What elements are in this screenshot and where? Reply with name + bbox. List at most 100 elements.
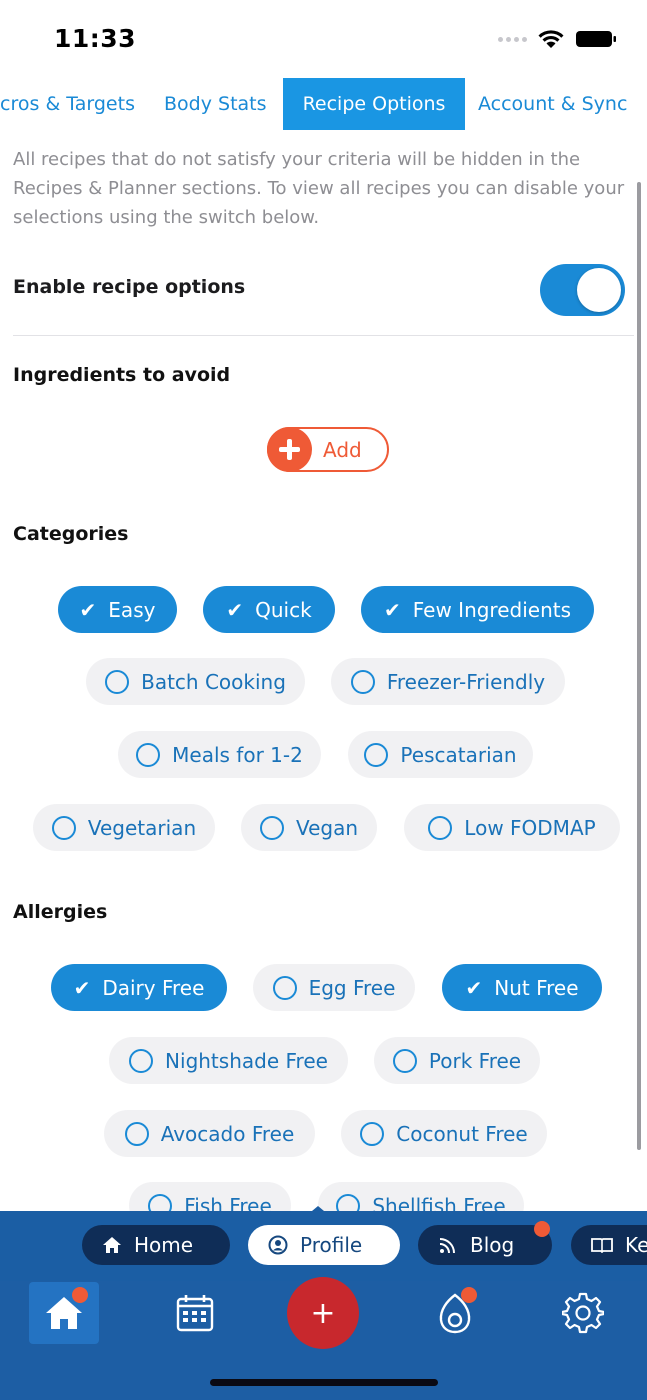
rss-icon — [439, 1238, 455, 1254]
chip-label: Quick — [255, 597, 312, 622]
ingredients-title: Ingredients to avoid — [13, 364, 231, 386]
category-chip-vegan[interactable]: Vegan — [241, 804, 377, 851]
nav-settings[interactable] — [548, 1282, 618, 1344]
checkmark-icon: ✔ — [465, 975, 483, 1000]
radio-icon — [124, 1121, 149, 1146]
home-badge — [72, 1287, 88, 1303]
category-chip-batch-cooking[interactable]: Batch Cooking — [86, 658, 305, 705]
chip-label: Pork Free — [428, 1048, 522, 1073]
pill-home[interactable]: Home — [82, 1225, 230, 1265]
enable-recipe-options-toggle[interactable] — [540, 264, 625, 316]
allergy-chip-egg-free[interactable]: Egg Free — [253, 964, 415, 1011]
category-chip-freezer-friendly[interactable]: Freezer-Friendly — [331, 658, 565, 705]
nav-home[interactable] — [29, 1282, 99, 1344]
tab-account-sync[interactable]: Account & Sync — [464, 78, 641, 130]
radio-icon — [259, 815, 284, 840]
checkmark-icon: ✔ — [226, 597, 244, 622]
chip-label: Avocado Free — [160, 1121, 295, 1146]
chip-label: Nut Free — [494, 975, 579, 1000]
radio-icon — [364, 742, 389, 767]
chip-label: Low FODMAP — [464, 815, 596, 840]
radio-icon — [350, 669, 375, 694]
section-pill-bar: Home Profile Blog Ke — [0, 1211, 647, 1281]
chip-label: Easy — [108, 597, 156, 622]
chip-label: Coconut Free — [396, 1121, 528, 1146]
blog-badge — [534, 1221, 550, 1237]
tab-recipe-options[interactable]: Recipe Options — [283, 78, 465, 130]
person-icon — [268, 1235, 288, 1255]
category-chip-pescatarian[interactable]: Pescatarian — [348, 731, 533, 778]
avocado-badge — [461, 1287, 477, 1303]
pill-home-label: Home — [134, 1233, 194, 1257]
radio-icon — [136, 742, 161, 767]
radio-icon — [428, 815, 453, 840]
allergy-chip-coconut-free[interactable]: Coconut Free — [341, 1110, 547, 1157]
radio-icon — [51, 815, 76, 840]
chip-label: Egg Free — [308, 975, 396, 1000]
settings-tab-bar: Macros & Targets Body Stats Recipe Optio… — [0, 78, 647, 130]
battery-icon — [576, 31, 616, 47]
wifi-icon — [538, 30, 564, 48]
allergy-chip-avocado-free[interactable]: Avocado Free — [104, 1110, 315, 1157]
pill-blog[interactable]: Blog — [418, 1225, 552, 1265]
status-bar: 11:33 — [0, 0, 647, 78]
allergy-chip-pork-free[interactable]: Pork Free — [374, 1037, 540, 1084]
divider — [13, 335, 634, 336]
checkmark-icon: ✔ — [383, 597, 401, 622]
allergies-title: Allergies — [13, 901, 108, 923]
category-chip-easy[interactable]: ✔ Easy — [58, 586, 177, 633]
chip-label: Vegetarian — [87, 815, 197, 840]
pill-keto-label: Ke — [625, 1233, 647, 1257]
plus-icon — [267, 427, 312, 472]
status-time: 11:33 — [54, 24, 137, 53]
checkmark-icon: ✔ — [79, 597, 97, 622]
allergy-chip-nut-free[interactable]: ✔ Nut Free — [442, 964, 602, 1011]
pill-keto[interactable]: Ke — [571, 1225, 647, 1265]
category-chip-vegetarian[interactable]: Vegetarian — [33, 804, 215, 851]
radio-icon — [129, 1048, 154, 1073]
status-icons — [498, 28, 617, 50]
chip-label: Batch Cooking — [141, 669, 286, 694]
chip-label: Dairy Free — [102, 975, 205, 1000]
chip-label: Freezer-Friendly — [386, 669, 546, 694]
radio-icon — [272, 975, 297, 1000]
signal-icon — [498, 36, 527, 42]
radio-icon — [392, 1048, 417, 1073]
tab-body-stats[interactable]: Body Stats — [150, 78, 281, 130]
chip-label: Pescatarian — [400, 742, 517, 767]
category-chip-few-ingredients[interactable]: ✔ Few Ingredients — [361, 586, 594, 633]
gear-icon — [562, 1292, 604, 1334]
pill-profile[interactable]: Profile — [248, 1225, 400, 1265]
chip-label: Nightshade Free — [165, 1048, 328, 1073]
chip-label: Few Ingredients — [412, 597, 572, 622]
categories-title: Categories — [13, 523, 129, 545]
category-chip-quick[interactable]: ✔ Quick — [203, 586, 335, 633]
pill-profile-label: Profile — [300, 1233, 363, 1257]
allergy-chip-dairy-free[interactable]: ✔ Dairy Free — [51, 964, 227, 1011]
pill-blog-label: Blog — [470, 1233, 515, 1257]
allergy-chip-nightshade-free[interactable]: Nightshade Free — [109, 1037, 348, 1084]
book-icon — [591, 1238, 613, 1253]
toggle-knob — [577, 268, 621, 312]
radio-icon — [360, 1121, 385, 1146]
radio-icon — [105, 669, 130, 694]
tab-macros-targets[interactable]: Macros & Targets — [0, 78, 149, 130]
add-ingredient-label: Add — [323, 438, 362, 462]
calendar-icon — [176, 1295, 214, 1332]
add-ingredient-button[interactable]: Add — [267, 427, 389, 472]
category-chip-meals-for-1-2[interactable]: Meals for 1-2 — [118, 731, 321, 778]
nav-planner[interactable] — [160, 1282, 230, 1344]
checkmark-icon: ✔ — [73, 975, 91, 1000]
plus-icon: + — [310, 1295, 336, 1331]
enable-recipe-options-label: Enable recipe options — [13, 276, 246, 298]
add-fab-button[interactable]: + — [287, 1277, 359, 1349]
category-chip-low-fodmap[interactable]: Low FODMAP — [404, 804, 620, 851]
intro-text: All recipes that do not satisfy your cri… — [13, 149, 625, 228]
scroll-indicator[interactable] — [637, 182, 641, 1150]
chip-label: Meals for 1-2 — [172, 742, 303, 767]
enable-recipe-options-row: Enable recipe options — [13, 262, 625, 318]
chip-label: Vegan — [295, 815, 359, 840]
home-indicator[interactable] — [210, 1379, 438, 1386]
nav-avocado[interactable] — [420, 1282, 490, 1344]
home-icon — [103, 1237, 121, 1253]
